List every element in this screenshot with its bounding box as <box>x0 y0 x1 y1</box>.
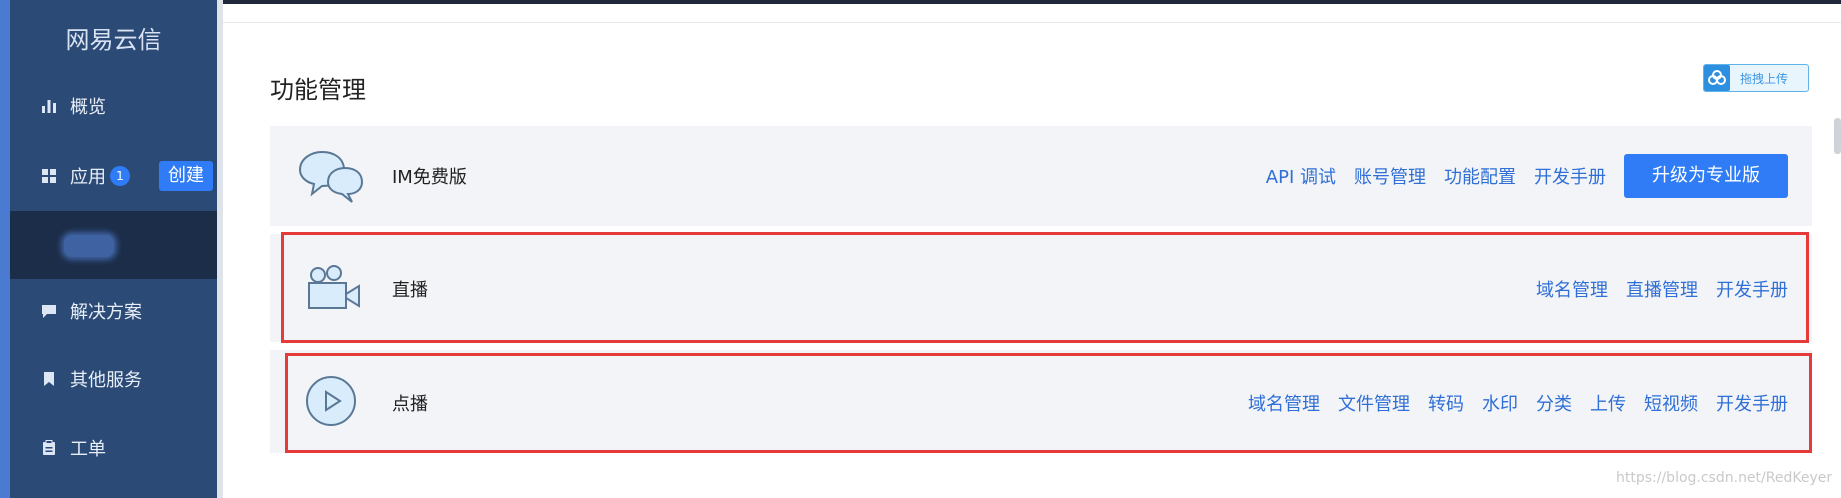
sidebar-item-overview[interactable]: 概览 <box>10 74 217 138</box>
clipboard-icon <box>40 439 58 457</box>
drag-upload-button[interactable]: 拖拽上传 <box>1703 64 1809 92</box>
watermark-text: https://blog.csdn.net/RedKeyer <box>1616 470 1833 486</box>
sidebar-item-tickets[interactable]: 工单 <box>10 416 217 480</box>
highlight-box-vod <box>285 353 1812 453</box>
link-account-management[interactable]: 账号管理 <box>1354 163 1426 189</box>
create-app-button[interactable]: 创建 <box>159 161 213 191</box>
sidebar-item-other-services[interactable]: 其他服务 <box>10 347 217 411</box>
upgrade-pro-button[interactable]: 升级为专业版 <box>1624 154 1788 198</box>
app-name-blurred <box>64 235 114 257</box>
sidebar-app-entry[interactable] <box>10 211 217 279</box>
left-edge-strip <box>0 0 10 498</box>
service-name: IM免费版 <box>392 167 467 188</box>
sidebar: 网易云信 概览 应用 1 创建 解决方案 其他服务 工单 <box>10 0 217 498</box>
link-dev-manual[interactable]: 开发手册 <box>1534 163 1606 189</box>
cloud-icon <box>1704 65 1730 91</box>
sidebar-item-label: 应用 <box>70 167 106 188</box>
sidebar-item-label: 概览 <box>70 97 106 118</box>
sidebar-item-label: 解决方案 <box>70 302 142 323</box>
page-title: 功能管理 <box>270 76 366 104</box>
sidebar-item-solutions[interactable]: 解决方案 <box>10 279 217 343</box>
service-links: API 调试 账号管理 功能配置 开发手册 升级为专业版 <box>1266 154 1812 198</box>
bar-chart-icon <box>40 97 58 115</box>
app-count-badge: 1 <box>110 166 130 186</box>
comment-icon <box>40 302 58 320</box>
service-card-im: IM免费版 API 调试 账号管理 功能配置 开发手册 升级为专业版 <box>270 126 1812 226</box>
link-api-debug[interactable]: API 调试 <box>1266 163 1336 189</box>
bookmark-icon <box>40 370 58 388</box>
link-feature-config[interactable]: 功能配置 <box>1444 163 1516 189</box>
sidebar-divider <box>217 0 223 498</box>
upload-label: 拖拽上传 <box>1740 71 1789 86</box>
chat-bubbles-icon <box>296 148 366 208</box>
scrollbar-thumb[interactable] <box>1834 118 1841 154</box>
sidebar-item-label: 工单 <box>70 439 106 460</box>
sidebar-item-label: 其他服务 <box>70 370 142 391</box>
highlight-box-live <box>281 232 1809 343</box>
brand-logo[interactable]: 网易云信 <box>10 20 217 55</box>
grid-icon <box>40 167 58 185</box>
main-header-strip <box>223 4 1841 23</box>
